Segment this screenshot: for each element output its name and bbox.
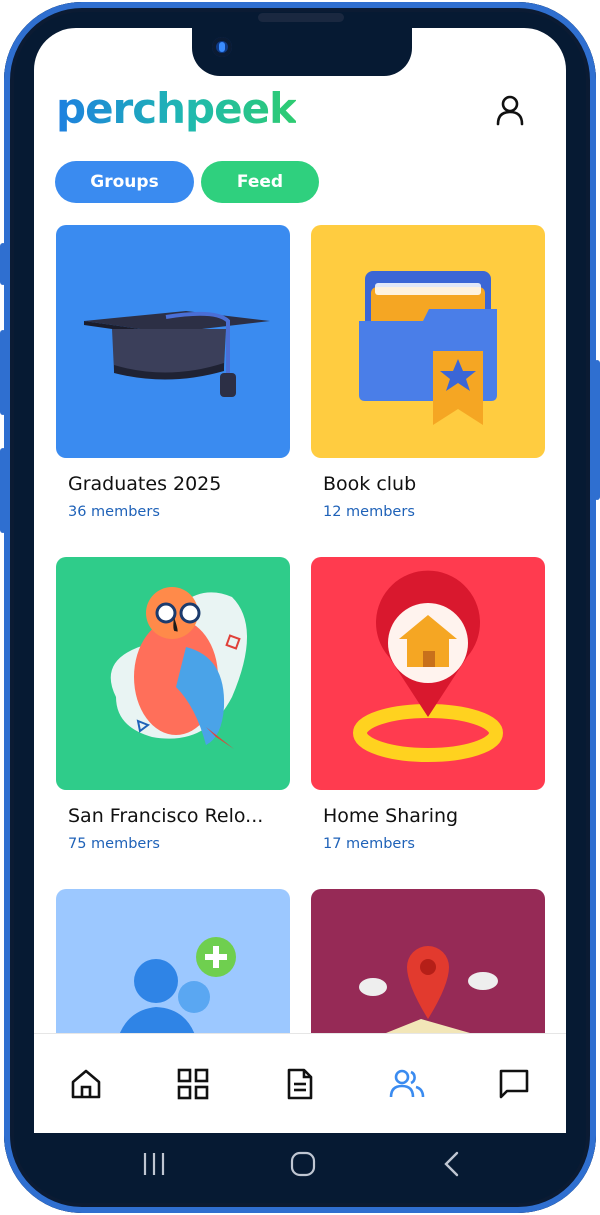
- group-card-san-francisco[interactable]: San Francisco Relo... 75 members: [56, 557, 290, 852]
- chat-icon: [499, 1069, 529, 1099]
- nav-documents[interactable]: [280, 1064, 320, 1104]
- folder-star-icon: [359, 271, 497, 425]
- tab-feed[interactable]: Feed: [201, 161, 319, 203]
- tab-groups[interactable]: Groups: [55, 161, 194, 203]
- group-card-home-sharing[interactable]: Home Sharing 17 members: [311, 557, 545, 852]
- back-icon[interactable]: [442, 1151, 462, 1177]
- group-thumbnail: [311, 557, 545, 790]
- nav-chat[interactable]: [494, 1064, 534, 1104]
- group-members: 75 members: [68, 836, 160, 852]
- nav-home[interactable]: [66, 1064, 106, 1104]
- side-button: [0, 243, 6, 285]
- group-title: Book club: [323, 473, 417, 495]
- recents-icon[interactable]: [142, 1151, 166, 1177]
- bottom-nav: [34, 1033, 566, 1133]
- group-thumbnail: [56, 557, 290, 790]
- side-button: [0, 448, 6, 533]
- group-members: 12 members: [323, 504, 415, 520]
- system-nav-bar: [34, 1133, 566, 1193]
- side-button: [0, 330, 6, 415]
- graduation-cap-icon: [84, 311, 270, 397]
- document-icon: [287, 1068, 313, 1100]
- group-card-book-club[interactable]: Book club 12 members: [311, 225, 545, 520]
- home-icon: [71, 1069, 101, 1099]
- side-button: [594, 360, 600, 500]
- nav-groups[interactable]: [387, 1064, 427, 1104]
- group-title: San Francisco Relo...: [68, 805, 264, 827]
- user-icon: [496, 95, 524, 126]
- grid-icon: [177, 1068, 209, 1100]
- home-pin-icon: [353, 570, 503, 762]
- parrot-icon: [110, 587, 247, 749]
- system-home-icon[interactable]: [290, 1151, 316, 1177]
- group-title: Home Sharing: [323, 805, 459, 827]
- profile-button[interactable]: [494, 94, 526, 126]
- front-camera: [212, 37, 232, 57]
- group-members: 36 members: [68, 504, 160, 520]
- group-thumbnail: [56, 225, 290, 458]
- group-card-graduates[interactable]: Graduates 2025 36 members: [56, 225, 290, 520]
- people-icon: [389, 1069, 425, 1098]
- group-thumbnail: [311, 225, 545, 458]
- speaker: [258, 13, 344, 22]
- nav-grid[interactable]: [173, 1064, 213, 1104]
- app-screen: perchpeek Groups Feed Graduates 2025 36 …: [34, 28, 566, 1133]
- group-members: 17 members: [323, 836, 415, 852]
- app-logo: perchpeek: [56, 84, 297, 133]
- group-title: Graduates 2025: [68, 473, 222, 495]
